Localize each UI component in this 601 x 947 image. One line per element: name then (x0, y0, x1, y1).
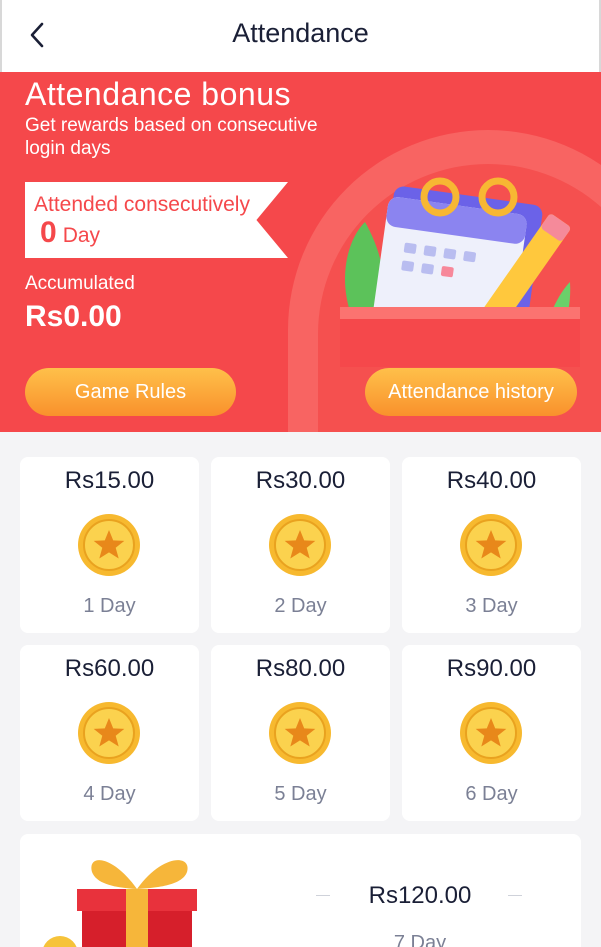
attendance-banner: Attendance bonus Get rewards based on co… (0, 72, 601, 432)
page-title: Attendance (232, 18, 369, 48)
gold-coin-icon (460, 514, 522, 576)
reward-amount: Rs40.00 (446, 467, 537, 494)
gold-coin-icon (269, 702, 331, 764)
calendar-pencil-illustration (340, 177, 580, 367)
ribbon-suffix: Day (62, 224, 101, 247)
accumulated-value: Rs0.00 (25, 300, 122, 333)
accumulated-label: Accumulated (25, 273, 135, 294)
reward-day: 3 Day (465, 595, 518, 617)
header-bar: Attendance (0, 0, 601, 72)
reward-day: 4 Day (83, 783, 136, 805)
reward-amount: Rs120.00 (368, 882, 472, 909)
gold-coin-icon (460, 702, 522, 764)
attendance-history-button[interactable]: Attendance history (365, 368, 577, 416)
reward-card-day-6[interactable]: Rs90.00 6 Day (402, 645, 581, 821)
reward-card-day-2[interactable]: Rs30.00 2 Day (211, 457, 390, 633)
reward-card-day-4[interactable]: Rs60.00 4 Day (20, 645, 199, 821)
reward-day: 7 Day (393, 932, 447, 947)
reward-card-day-1[interactable]: Rs15.00 1 Day (20, 457, 199, 633)
day-7-reward-card[interactable]: Rs120.00 7 Day (20, 834, 581, 947)
game-rules-button[interactable]: Game Rules (25, 368, 236, 416)
reward-amount: Rs60.00 (64, 655, 155, 682)
gold-coin-icon (78, 702, 140, 764)
gold-coin-icon (269, 514, 331, 576)
consecutive-days-count: 0 (40, 216, 57, 249)
bonus-title: Attendance bonus (25, 76, 291, 112)
reward-amount: Rs80.00 (255, 655, 346, 682)
gift-box-icon (43, 860, 197, 947)
reward-card-day-3[interactable]: Rs40.00 3 Day (402, 457, 581, 633)
reward-card-day-5[interactable]: Rs80.00 5 Day (211, 645, 390, 821)
gold-coin-icon (78, 514, 140, 576)
reward-amount: Rs30.00 (255, 467, 346, 494)
reward-day: 1 Day (83, 595, 136, 617)
divider-right (508, 895, 522, 896)
reward-amount: Rs90.00 (446, 655, 537, 682)
reward-day: 5 Day (274, 783, 327, 805)
reward-amount: Rs15.00 (64, 467, 155, 494)
ribbon-prefix: Attended consecutively (34, 193, 250, 216)
reward-day: 2 Day (274, 595, 327, 617)
bonus-subtitle: Get rewards based on consecutive login d… (25, 115, 318, 159)
consecutive-days-ribbon: Attended consecutively0 Day (25, 182, 288, 258)
ribbon-text: Attended consecutively0 Day (34, 191, 258, 250)
reward-day: 6 Day (465, 783, 518, 805)
